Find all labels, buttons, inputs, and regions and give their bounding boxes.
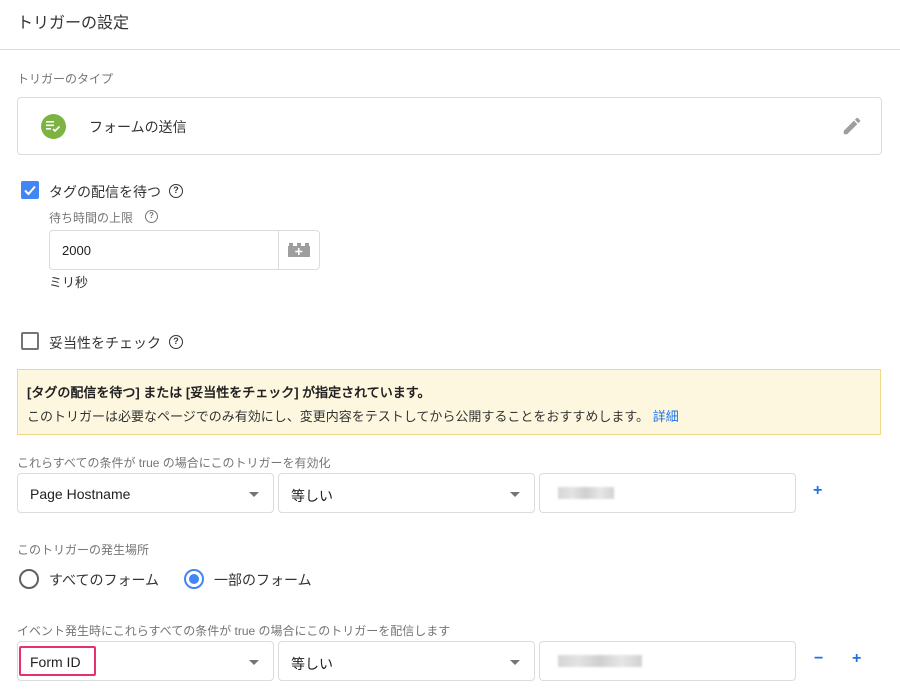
- validation-help-icon[interactable]: ?: [169, 335, 183, 349]
- chevron-down-icon: [510, 660, 520, 665]
- chevron-down-icon: [249, 660, 259, 665]
- check-validation-label: 妥当性をチェック: [49, 335, 161, 351]
- trigger-type-card[interactable]: フォームの送信: [17, 97, 882, 155]
- radio-all-forms[interactable]: [19, 569, 39, 589]
- timeout-unit: ミリ秒: [49, 275, 89, 290]
- fire-variable-value: Form ID: [30, 654, 81, 670]
- check-validation-checkbox[interactable]: [21, 332, 39, 350]
- fire-operator-select[interactable]: 等しい: [278, 641, 535, 681]
- fire-operator-value: 等しい: [291, 656, 333, 672]
- wait-for-tags-checkbox[interactable]: [21, 181, 39, 199]
- notice-title: [タグの配信を待つ] または [妥当性をチェック] が指定されています。: [27, 385, 431, 400]
- fire-conditions-label: イベント発生時にこれらすべての条件が true の場合にこのトリガーを配信します: [17, 624, 451, 638]
- enable-variable-select[interactable]: Page Hostname: [17, 473, 274, 513]
- chevron-down-icon: [510, 492, 520, 497]
- radio-all-forms-label: すべてのフォーム: [49, 572, 160, 588]
- notice-body: このトリガーは必要なページでのみ有効にし、変更内容をテストしてから公開することを…: [27, 406, 679, 425]
- notice-body-text: このトリガーは必要なページでのみ有効にし、変更内容をテストしてから公開することを…: [27, 409, 650, 424]
- radio-some-forms-label: 一部のフォーム: [214, 572, 312, 588]
- page-header: トリガーの設定: [0, 0, 900, 50]
- wait-for-tags-label: タグの配信を待つ: [49, 184, 161, 200]
- details-link[interactable]: 詳細: [653, 409, 679, 424]
- pencil-edit-icon[interactable]: [841, 115, 863, 137]
- add-condition-button[interactable]: +: [852, 650, 861, 668]
- help-icon[interactable]: ?: [169, 184, 183, 198]
- redacted-value: [558, 487, 614, 499]
- form-submit-icon: [41, 114, 66, 139]
- timeout-value[interactable]: 2000: [62, 243, 91, 258]
- fire-on-label: このトリガーの発生場所: [17, 543, 150, 557]
- enable-variable-value: Page Hostname: [30, 486, 131, 502]
- add-condition-button[interactable]: +: [813, 482, 822, 500]
- fire-value-input[interactable]: [539, 641, 796, 681]
- chevron-down-icon: [249, 492, 259, 497]
- enable-value-input[interactable]: [539, 473, 796, 513]
- check-icon: [24, 185, 36, 196]
- timeout-input[interactable]: 2000: [49, 230, 320, 270]
- trigger-type-label: トリガーのタイプ: [17, 72, 114, 86]
- timeout-label: 待ち時間の上限: [49, 211, 134, 225]
- fire-variable-select[interactable]: Form ID: [17, 641, 274, 681]
- redacted-value: [558, 655, 642, 667]
- page-title: トリガーの設定: [17, 15, 130, 32]
- timeout-help-icon[interactable]: ?: [145, 210, 158, 223]
- remove-condition-button[interactable]: −: [814, 650, 823, 668]
- radio-some-forms[interactable]: [184, 569, 204, 589]
- enable-operator-select[interactable]: 等しい: [278, 473, 535, 513]
- enable-conditions-label: これらすべての条件が true の場合にこのトリガーを有効化: [17, 456, 331, 470]
- variable-brick-icon: [288, 243, 310, 257]
- trigger-type-name: フォームの送信: [89, 119, 187, 135]
- enable-operator-value: 等しい: [291, 488, 333, 504]
- warning-notice: [タグの配信を待つ] または [妥当性をチェック] が指定されています。 このト…: [17, 369, 881, 435]
- insert-variable-button[interactable]: [278, 231, 319, 269]
